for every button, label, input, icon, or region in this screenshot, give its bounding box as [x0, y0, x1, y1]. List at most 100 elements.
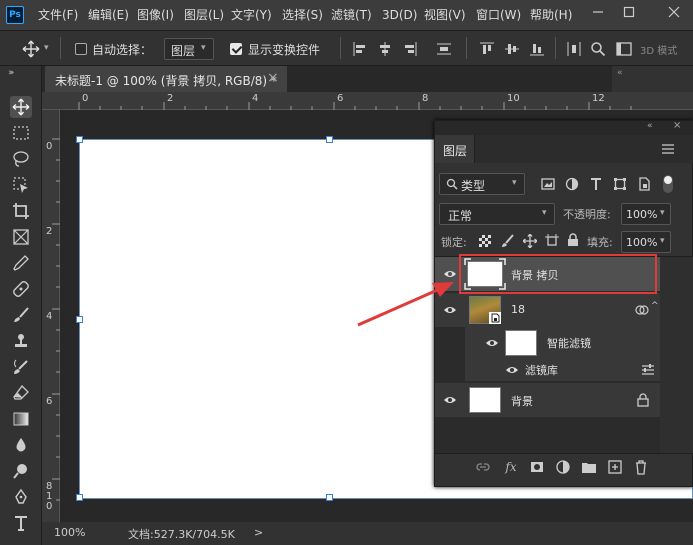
lock-position-icon[interactable]: [523, 234, 537, 248]
align-top-icon[interactable]: [479, 41, 495, 57]
collapse-panel-icon[interactable]: «: [647, 121, 653, 131]
auto-select-checkbox[interactable]: [75, 43, 87, 55]
fx-icon[interactable]: fx: [503, 459, 519, 475]
blend-mode-dropdown[interactable]: 正常 ▾: [439, 203, 555, 225]
move-tool-button[interactable]: [10, 96, 32, 118]
show-transform-checkbox[interactable]: [230, 43, 242, 55]
horizontal-ruler[interactable]: 0 2 4 6 8 10 12: [42, 92, 693, 110]
new-group-icon[interactable]: [581, 459, 597, 475]
marquee-tool-button[interactable]: [10, 122, 32, 144]
close-window-icon[interactable]: [664, 4, 684, 24]
filter-pixel-icon[interactable]: [541, 177, 555, 191]
expand-panels-icon[interactable]: «: [617, 68, 623, 78]
eyedropper-tool-button[interactable]: [10, 252, 32, 274]
align-right-icon[interactable]: [402, 41, 418, 57]
layers-scrollbar[interactable]: [660, 257, 693, 453]
menu-help[interactable]: 帮助(H): [530, 0, 572, 30]
filter-shape-icon[interactable]: [613, 177, 627, 191]
transform-handle-tl[interactable]: [76, 136, 83, 143]
menu-filter[interactable]: 滤镜(T): [331, 0, 372, 30]
document-size-info[interactable]: 文档:527.3K/704.5K: [128, 526, 235, 542]
layer-row-filter-gallery[interactable]: 滤镜库: [465, 359, 660, 381]
menu-edit[interactable]: 编辑(E): [88, 0, 129, 30]
brush-tool-button[interactable]: [10, 304, 32, 326]
lasso-tool-button[interactable]: [10, 148, 32, 170]
layer-row-smart-filters[interactable]: 智能滤镜: [465, 327, 660, 359]
align-center-h-icon[interactable]: [377, 41, 393, 57]
panel-menu-icon[interactable]: [661, 144, 675, 154]
lock-artboard-icon[interactable]: [545, 234, 559, 248]
smart-filter-indicator-icon: [635, 305, 649, 315]
divider: [555, 37, 556, 59]
transform-handle-bottom[interactable]: [326, 494, 333, 501]
menu-view[interactable]: 视图(V): [424, 0, 466, 30]
transform-handle-bl[interactable]: [76, 494, 83, 501]
menu-3d[interactable]: 3D(D): [382, 0, 417, 30]
clone-stamp-tool-button[interactable]: [10, 330, 32, 352]
align-left-icon[interactable]: [352, 41, 368, 57]
healing-brush-tool-button[interactable]: [10, 278, 32, 300]
zoom-level[interactable]: 100%: [54, 526, 85, 539]
close-panel-icon[interactable]: ×: [673, 120, 681, 131]
lock-all-icon[interactable]: [567, 233, 579, 247]
add-mask-icon[interactable]: [529, 459, 545, 475]
expand-effects-icon[interactable]: ^: [651, 301, 659, 311]
menu-type[interactable]: 文字(Y): [231, 0, 272, 30]
align-bottom-icon[interactable]: [529, 41, 545, 57]
filter-smart-object-icon[interactable]: [637, 177, 651, 191]
chevron-down-icon[interactable]: ▾: [44, 43, 49, 53]
document-tab[interactable]: 未标题-1 @ 100% (背景 拷贝, RGB/8) * ×: [45, 66, 287, 92]
visibility-eye-icon[interactable]: [443, 395, 457, 405]
new-layer-icon[interactable]: [607, 459, 623, 475]
menu-layer[interactable]: 图层(L): [184, 0, 224, 30]
collapse-panels-icon[interactable]: »: [8, 68, 14, 78]
lock-image-pixels-icon[interactable]: [501, 234, 515, 248]
object-select-tool-button[interactable]: [10, 174, 32, 196]
workspace-icon[interactable]: [614, 41, 634, 57]
filter-type-icon[interactable]: [589, 177, 603, 191]
blur-tool-button[interactable]: [10, 434, 32, 456]
ruler-label: 2: [167, 93, 174, 104]
menu-select[interactable]: 选择(S): [282, 0, 323, 30]
layers-tab[interactable]: 图层: [435, 135, 475, 163]
crop-tool-button[interactable]: [10, 200, 32, 222]
chevron-down-icon: ▾: [660, 236, 665, 246]
filter-blending-options-icon[interactable]: [641, 364, 655, 376]
close-tab-icon[interactable]: ×: [267, 70, 279, 86]
dodge-tool-button[interactable]: [10, 460, 32, 482]
fill-field[interactable]: 100% ▾: [621, 231, 671, 253]
history-brush-tool-button[interactable]: [10, 356, 32, 378]
align-middle-v-icon[interactable]: [504, 41, 520, 57]
distribute-vertical-icon[interactable]: [566, 41, 582, 57]
delete-layer-icon[interactable]: [633, 459, 649, 475]
transform-handle-top[interactable]: [326, 136, 333, 143]
layer-row-background[interactable]: 背景: [435, 383, 660, 417]
layer-filter-dropdown[interactable]: 类型 ▾: [439, 173, 525, 195]
eraser-tool-button[interactable]: [10, 382, 32, 404]
opacity-field[interactable]: 100% ▾: [621, 203, 671, 225]
auto-select-target-dropdown[interactable]: 图层 ▾: [164, 38, 214, 60]
lock-transparent-pixels-icon[interactable]: [479, 235, 491, 247]
minimize-icon[interactable]: [588, 4, 608, 24]
filter-mask-thumbnail: [505, 330, 537, 356]
menu-window[interactable]: 窗口(W): [476, 0, 521, 30]
search-icon[interactable]: [590, 41, 606, 57]
vertical-ruler[interactable]: 0 2 4 6 8 1 0: [42, 110, 60, 522]
filter-adjustment-icon[interactable]: [565, 177, 579, 191]
pen-tool-button[interactable]: [10, 486, 32, 508]
visibility-eye-icon[interactable]: [505, 365, 519, 375]
adjustment-layer-icon[interactable]: [555, 459, 571, 475]
menu-image[interactable]: 图像(I): [137, 0, 174, 30]
frame-tool-button[interactable]: [10, 226, 32, 248]
transform-handle-left[interactable]: [76, 316, 83, 323]
move-tool-icon[interactable]: [22, 40, 40, 61]
status-menu-chevron[interactable]: >: [254, 526, 263, 539]
type-tool-button[interactable]: [10, 512, 32, 534]
gradient-tool-button[interactable]: [10, 408, 32, 430]
visibility-eye-icon[interactable]: [485, 338, 499, 348]
filter-toggle[interactable]: [663, 175, 673, 193]
menu-file[interactable]: 文件(F): [38, 0, 78, 30]
maximize-icon[interactable]: [619, 4, 639, 24]
link-layers-icon[interactable]: [475, 459, 491, 475]
distribute-icon[interactable]: [436, 41, 452, 57]
